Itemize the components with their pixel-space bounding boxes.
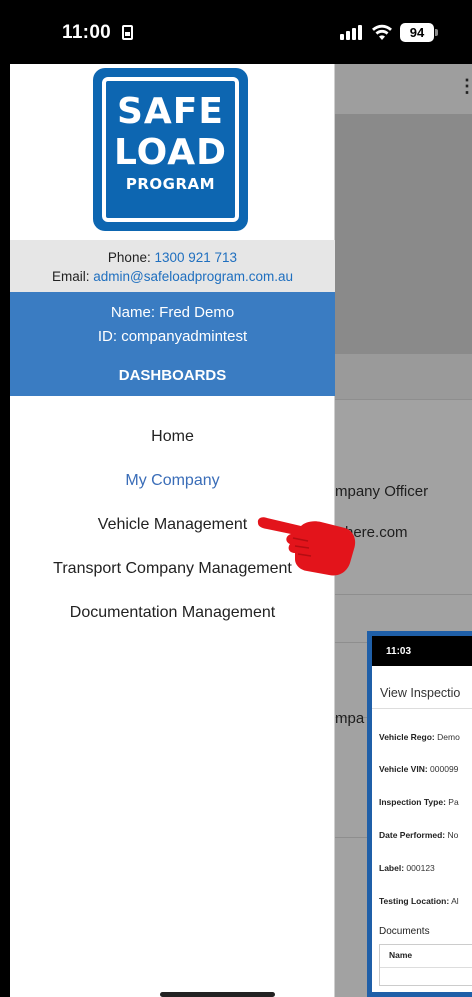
divider — [380, 967, 472, 968]
app-toolbar: ⋮ — [335, 64, 472, 114]
nav-item-documentation-management[interactable]: Documentation Management — [10, 604, 335, 622]
safe-load-program-logo[interactable]: SAFE LOAD PROGRAM — [93, 68, 248, 231]
more-vertical-icon[interactable]: ⋮ — [458, 76, 472, 97]
inset-field-date-performed: Date Performed: No — [379, 830, 458, 840]
inset-status-bar: 11:03 — [372, 636, 472, 666]
phone-label: Phone: — [107, 250, 151, 265]
field-label: Testing Location: — [379, 896, 450, 906]
field-label: Label: — [379, 863, 405, 873]
contact-info: Phone: 1300 921 713 Email: admin@safeloa… — [10, 240, 335, 292]
app-company-text: mpa — [335, 710, 365, 727]
inset-documents-table: Name — [379, 944, 472, 986]
inset-field-inspection-type: Inspection Type: Pa — [379, 797, 459, 807]
status-time: 11:00 — [62, 22, 112, 43]
field-value: Pa — [448, 797, 459, 807]
user-panel: Name: Fred Demo ID: companyadmintest DAS… — [10, 292, 335, 396]
inset-screen: 11:03 View Inspectio Vehicle Rego: Demo … — [372, 636, 472, 992]
inset-documents-heading: Documents — [379, 926, 430, 937]
app-section-gap — [335, 354, 472, 399]
app-hero-panel — [335, 114, 472, 354]
field-label: Date Performed: — [379, 830, 446, 840]
field-label: Vehicle VIN: — [379, 764, 428, 774]
nav-item-my-company[interactable]: My Company — [10, 472, 335, 490]
field-label: Inspection Type: — [379, 797, 446, 807]
pointing-hand-icon — [257, 517, 356, 576]
field-value: Demo — [437, 732, 460, 742]
inset-field-vehicle-vin: Vehicle VIN: 000099 — [379, 764, 458, 774]
inset-field-testing-location: Testing Location: Al — [379, 896, 459, 906]
inset-screenshot: 11:03 View Inspectio Vehicle Rego: Demo … — [367, 631, 472, 997]
dashboards-heading: DASHBOARDS — [118, 367, 227, 384]
nav-item-home[interactable]: Home — [10, 428, 335, 446]
home-indicator — [160, 992, 275, 997]
field-value: 000123 — [406, 863, 435, 873]
inset-field-vehicle-rego: Vehicle Rego: Demo — [379, 732, 460, 742]
phone-link[interactable]: 1300 921 713 — [154, 250, 237, 265]
phone-frame: 11:00 94 ⋮ mpany Officer here.com mpa SA… — [0, 0, 472, 997]
inset-page-title: View Inspectio — [380, 686, 461, 700]
divider — [372, 708, 472, 709]
app-officer-text: mpany Officer — [335, 483, 429, 500]
field-value: Al — [451, 896, 459, 906]
user-name: Name: Fred Demo — [110, 304, 235, 321]
email-link[interactable]: admin@safeloadprogram.com.au — [93, 269, 293, 284]
sim-icon — [122, 25, 133, 40]
email-line: Email: admin@safeloadprogram.com.au — [10, 267, 335, 286]
signal-icon — [340, 25, 368, 40]
field-value: No — [447, 830, 459, 840]
field-label: Vehicle Rego: — [379, 732, 435, 742]
logo-text-safe: SAFE — [117, 91, 224, 132]
logo-text-load: LOAD — [113, 132, 228, 173]
email-label: Email: — [51, 269, 90, 284]
field-value: 000099 — [430, 764, 459, 774]
user-id: ID: companyadmintest — [97, 328, 248, 345]
inset-field-label: Label: 000123 — [379, 863, 435, 873]
phone-line: Phone: 1300 921 713 — [10, 248, 335, 267]
logo-text-program: PROGRAM — [125, 175, 216, 193]
battery-icon: 94 — [400, 23, 438, 42]
inset-status-time: 11:03 — [386, 646, 412, 657]
wifi-icon — [372, 24, 392, 40]
table-header-name: Name — [389, 950, 413, 960]
status-bar: 11:00 94 — [0, 0, 472, 64]
